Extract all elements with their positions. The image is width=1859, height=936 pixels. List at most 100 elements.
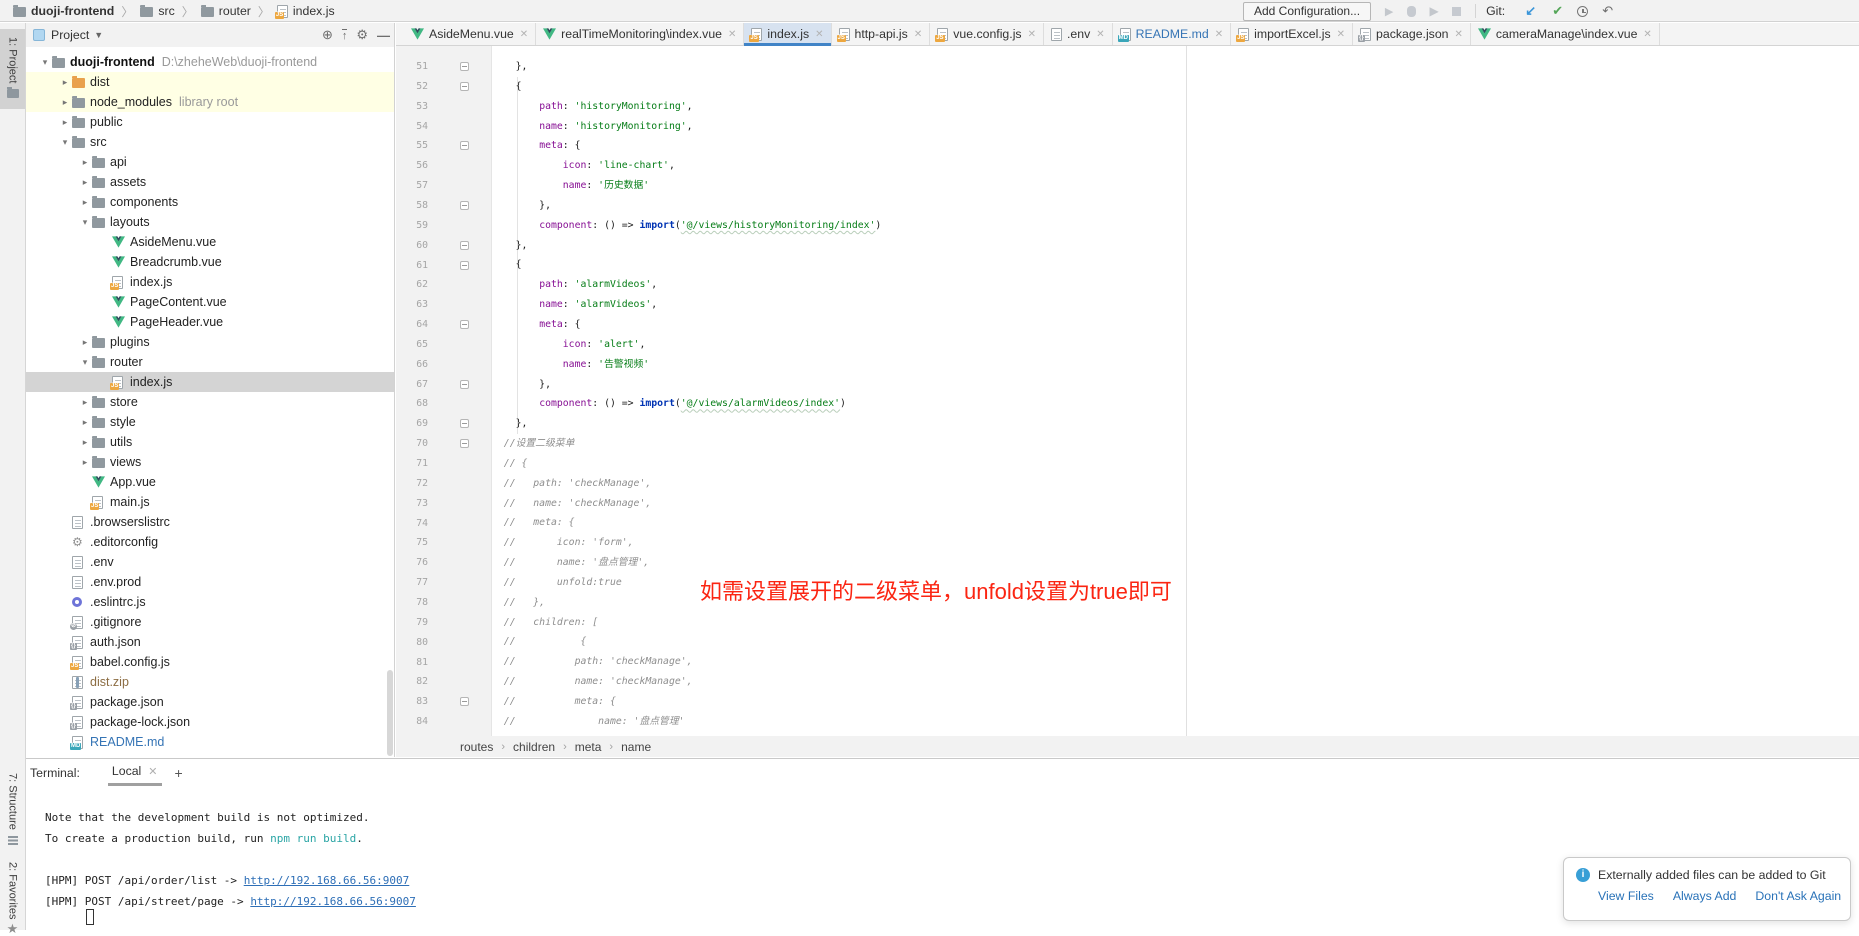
code-line[interactable]: }, bbox=[492, 57, 881, 77]
terminal-title[interactable]: Terminal: bbox=[30, 766, 80, 780]
tree-item[interactable]: ▸utils bbox=[26, 432, 394, 452]
editor-breadcrumb-item[interactable]: name bbox=[621, 740, 651, 754]
tree-item[interactable]: .browserslistrc bbox=[26, 512, 394, 532]
code-line[interactable]: { bbox=[492, 77, 881, 97]
editor-tab[interactable]: JSimportExcel.js✕ bbox=[1231, 23, 1353, 45]
tree-item[interactable]: Breadcrumb.vue bbox=[26, 252, 394, 272]
code-line[interactable]: // meta: { bbox=[492, 513, 881, 533]
add-configuration-button[interactable]: Add Configuration... bbox=[1243, 2, 1371, 21]
tree-scrollbar[interactable] bbox=[387, 670, 393, 756]
close-icon[interactable]: ✕ bbox=[1028, 29, 1036, 40]
close-icon[interactable]: ✕ bbox=[1096, 29, 1104, 40]
fold-marker-icon[interactable] bbox=[460, 261, 469, 270]
notification-action[interactable]: View Files bbox=[1598, 889, 1654, 903]
code-line[interactable]: meta: { bbox=[492, 136, 881, 156]
tree-item[interactable]: ▾router bbox=[26, 352, 394, 372]
breadcrumb-item[interactable]: duoji-frontend bbox=[31, 4, 114, 18]
tree-item[interactable]: ▸components bbox=[26, 192, 394, 212]
close-icon[interactable]: ✕ bbox=[1455, 29, 1463, 40]
tree-item[interactable]: Zdist.zip bbox=[26, 672, 394, 692]
breadcrumb-item[interactable]: src bbox=[158, 4, 174, 18]
fold-marker-icon[interactable] bbox=[460, 62, 469, 71]
stripe-button-structure[interactable]: 7: Structure bbox=[0, 773, 25, 850]
tree-item[interactable]: JSmain.js bbox=[26, 492, 394, 512]
code-line[interactable]: //设置二级菜单 bbox=[492, 434, 881, 454]
code-line[interactable]: path: 'alarmVideos', bbox=[492, 275, 881, 295]
code-line[interactable]: // { bbox=[492, 632, 881, 652]
terminal-link[interactable]: http://192.168.66.56:9007 bbox=[250, 895, 416, 908]
close-icon[interactable]: ✕ bbox=[1215, 29, 1223, 40]
close-icon[interactable]: ✕ bbox=[148, 765, 157, 778]
tree-item[interactable]: .env.prod bbox=[26, 572, 394, 592]
editor-tab[interactable]: AsideMenu.vue✕ bbox=[404, 23, 536, 45]
code-line[interactable]: // { bbox=[492, 454, 881, 474]
git-history-icon[interactable] bbox=[1577, 6, 1588, 17]
code-line[interactable]: // name: 'checkManage', bbox=[492, 494, 881, 514]
tree-item[interactable]: ▸dist bbox=[26, 72, 394, 92]
tree-item[interactable]: AsideMenu.vue bbox=[26, 232, 394, 252]
fold-marker-icon[interactable] bbox=[460, 439, 469, 448]
fold-marker-icon[interactable] bbox=[460, 697, 469, 706]
gear-icon[interactable]: ⚙ bbox=[356, 27, 368, 43]
tree-item[interactable]: ▾src bbox=[26, 132, 394, 152]
collapse-all-icon[interactable]: ↑ bbox=[342, 29, 348, 42]
fold-marker-icon[interactable] bbox=[460, 82, 469, 91]
terminal-tab-local[interactable]: Local ✕ bbox=[108, 759, 162, 786]
close-icon[interactable]: ✕ bbox=[1643, 29, 1651, 40]
code-line[interactable]: // children: [ bbox=[492, 613, 881, 633]
tree-item[interactable]: PageHeader.vue bbox=[26, 312, 394, 332]
editor-tab[interactable]: JSvue.config.js✕ bbox=[930, 23, 1044, 45]
tree-item[interactable]: ▸plugins bbox=[26, 332, 394, 352]
editor-tab[interactable]: JShttp-api.js✕ bbox=[832, 23, 931, 45]
code-line[interactable]: name: '历史数据' bbox=[492, 176, 881, 196]
tree-item[interactable]: App.vue bbox=[26, 472, 394, 492]
git-rollback-icon[interactable]: ↶ bbox=[1600, 3, 1615, 19]
code-line[interactable]: name: '告警视频' bbox=[492, 355, 881, 375]
code-line[interactable]: // path: 'checkManage', bbox=[492, 652, 881, 672]
tree-item[interactable]: ▾layouts bbox=[26, 212, 394, 232]
editor-tab[interactable]: .env✕ bbox=[1044, 23, 1113, 45]
tree-item[interactable]: ⚙.editorconfig bbox=[26, 532, 394, 552]
breadcrumb-item[interactable]: router bbox=[219, 4, 251, 18]
tree-item[interactable]: .eslintrc.js bbox=[26, 592, 394, 612]
git-update-icon[interactable]: ↙ bbox=[1523, 3, 1538, 19]
tree-item[interactable]: PageContent.vue bbox=[26, 292, 394, 312]
debug-icon[interactable] bbox=[1407, 6, 1416, 17]
fold-marker-icon[interactable] bbox=[460, 201, 469, 210]
tree-item[interactable]: ▾duoji-frontendD:\zheheWeb\duoji-fronten… bbox=[26, 52, 394, 72]
run-icon[interactable]: ▶ bbox=[1382, 5, 1396, 18]
terminal-link[interactable]: http://192.168.66.56:9007 bbox=[244, 874, 410, 887]
code-line[interactable]: }, bbox=[492, 375, 881, 395]
tree-item[interactable]: ▸views bbox=[26, 452, 394, 472]
tree-item[interactable]: {}auth.json bbox=[26, 632, 394, 652]
git-commit-icon[interactable]: ✔ bbox=[1550, 3, 1565, 19]
fold-marker-icon[interactable] bbox=[460, 320, 469, 329]
tree-item[interactable]: ⊘.gitignore bbox=[26, 612, 394, 632]
notification-action[interactable]: Don't Ask Again bbox=[1755, 889, 1841, 903]
tree-item[interactable]: ▸public bbox=[26, 112, 394, 132]
code-line[interactable]: // icon: 'form', bbox=[492, 533, 881, 553]
editor-tab[interactable]: realTimeMonitoring\index.vue✕ bbox=[536, 23, 744, 45]
code-line[interactable]: meta: { bbox=[492, 315, 881, 335]
tree-item[interactable]: ▸style bbox=[26, 412, 394, 432]
code-line[interactable]: { bbox=[492, 255, 881, 275]
code-line[interactable]: }, bbox=[492, 414, 881, 434]
tree-item[interactable]: JSindex.js bbox=[26, 272, 394, 292]
editor-tab[interactable]: cameraManage\index.vue✕ bbox=[1471, 23, 1660, 45]
hide-panel-icon[interactable]: — bbox=[377, 28, 390, 43]
stripe-button-favorites[interactable]: 2: Favorites ★ bbox=[0, 862, 25, 935]
locate-file-icon[interactable]: ⊕ bbox=[322, 27, 333, 43]
close-icon[interactable]: ✕ bbox=[815, 29, 823, 40]
tree-item[interactable]: ▸api bbox=[26, 152, 394, 172]
stripe-button-project[interactable]: 1: Project bbox=[0, 29, 25, 109]
tree-item[interactable]: MDREADME.md bbox=[26, 732, 394, 752]
tree-item[interactable]: {}package-lock.json bbox=[26, 712, 394, 732]
code-editor[interactable]: 5152535455565758596061626364656667686970… bbox=[396, 46, 1859, 736]
code-line[interactable]: // name: '盘点管理', bbox=[492, 553, 881, 573]
code-line[interactable]: path: 'historyMonitoring', bbox=[492, 97, 881, 117]
editor-breadcrumb-item[interactable]: meta bbox=[575, 740, 602, 754]
tree-item[interactable]: JSbabel.config.js bbox=[26, 652, 394, 672]
editor-breadcrumb-item[interactable]: children bbox=[513, 740, 555, 754]
fold-marker-icon[interactable] bbox=[460, 241, 469, 250]
editor-tab[interactable]: MDREADME.md✕ bbox=[1113, 23, 1232, 45]
